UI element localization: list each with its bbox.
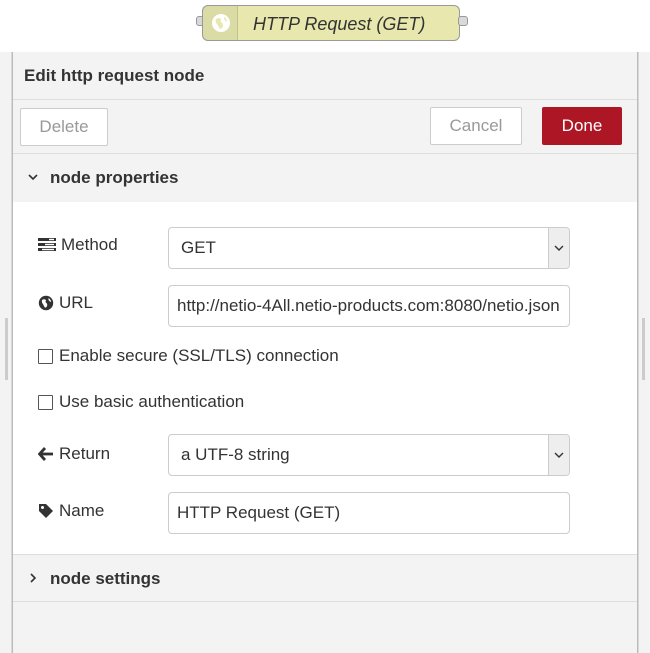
url-label-text: URL [59,293,94,312]
section-node-properties[interactable]: node properties [13,154,637,202]
url-label: URL [38,293,93,313]
http-request-node[interactable]: HTTP Request (GET) [202,5,460,41]
properties-panel: Method GET URL http://netio-4All.netio-p… [13,202,637,554]
tasks-icon [38,238,56,251]
method-label: Method [38,235,118,255]
globe-icon [38,295,54,311]
tls-checkbox[interactable] [38,348,53,364]
url-input[interactable]: http://netio-4All.netio-products.com:808… [168,285,570,327]
cancel-button[interactable]: Cancel [430,107,522,145]
section-node-settings[interactable]: node settings [13,554,637,602]
return-label-text: Return [59,444,111,463]
tls-row[interactable]: Enable secure (SSL/TLS) connection [38,346,339,366]
tray-toolbar: Delete Cancel Done [13,100,637,154]
return-value: a UTF-8 string [181,445,290,464]
auth-checkbox[interactable] [38,394,53,410]
section-title: node properties [50,168,179,187]
tls-label: Enable secure (SSL/TLS) connection [59,346,339,365]
return-select[interactable]: a UTF-8 string [168,434,570,476]
resize-handle-left[interactable] [5,318,8,380]
edit-tray: Edit http request node Delete Cancel Don… [12,52,638,653]
method-dropdown-toggle[interactable] [548,228,569,268]
tray-header: Edit http request node [13,52,637,100]
section-title: node settings [50,569,161,588]
node-output-port[interactable] [458,16,468,26]
chevron-right-icon [30,573,37,583]
method-select[interactable]: GET [168,227,570,269]
auth-row[interactable]: Use basic authentication [38,392,244,412]
resize-handle-right[interactable] [642,318,645,380]
node-icon-area [203,6,238,40]
chevron-down-icon [554,452,564,458]
tag-icon [39,504,53,518]
node-label: HTTP Request (GET) [253,14,426,34]
arrow-left-icon [38,447,53,461]
name-label-text: Name [59,501,105,520]
auth-label: Use basic authentication [59,392,245,411]
chevron-down-icon [28,174,38,181]
method-value: GET [181,238,216,257]
return-label: Return [38,444,110,464]
globe-icon [212,14,230,32]
delete-button[interactable]: Delete [20,108,108,146]
method-label-text: Method [61,235,118,254]
name-input[interactable]: HTTP Request (GET) [168,492,570,534]
return-dropdown-toggle[interactable] [548,435,569,475]
tray-title: Edit http request node [24,66,205,85]
name-label: Name [38,501,104,521]
chevron-down-icon [554,245,564,251]
done-button[interactable]: Done [542,107,622,145]
